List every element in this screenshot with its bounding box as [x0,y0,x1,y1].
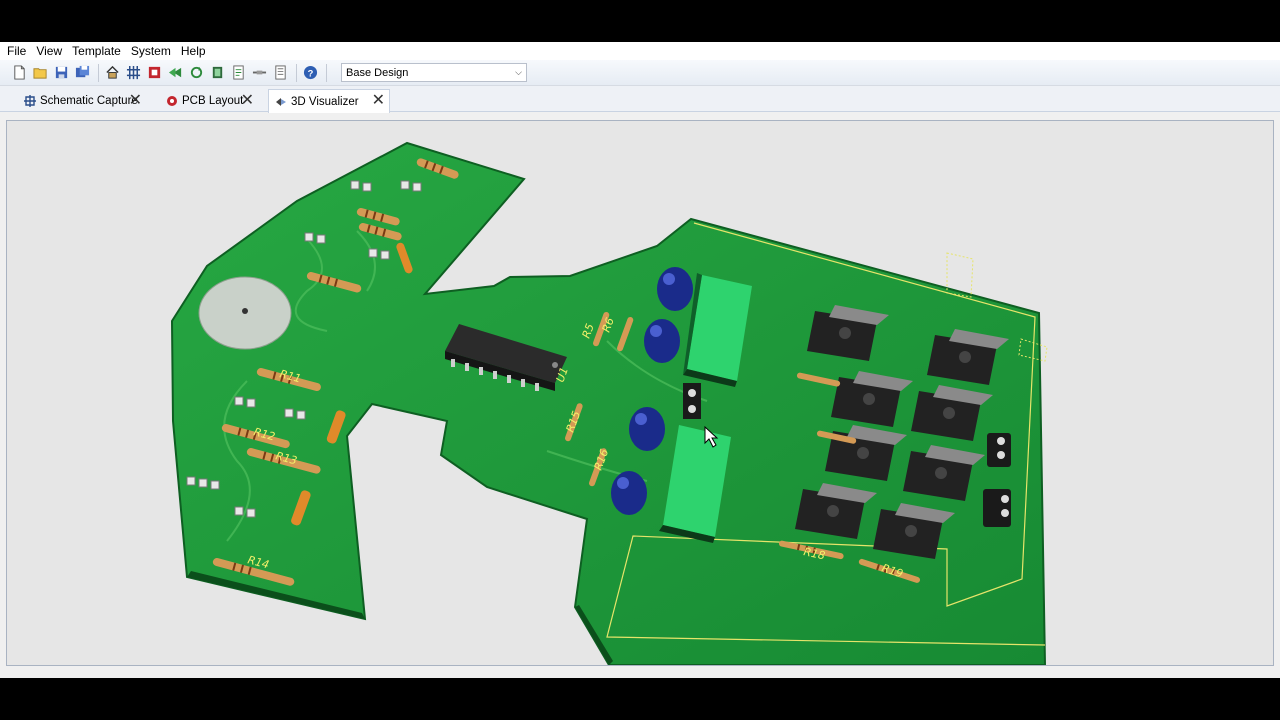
back-icon[interactable] [166,63,185,82]
document-tabs: Schematic Capture ✕ PCB Layout ✕ 3D Visu… [0,86,1280,113]
main-toolbar: ? Base Design ⌵ [0,60,1280,86]
design-variant-select[interactable]: Base Design ⌵ [341,63,527,82]
tab-schematic-capture[interactable]: Schematic Capture ✕ [18,90,146,112]
toolbar-separator [326,63,327,82]
stop-icon[interactable] [145,63,164,82]
close-icon[interactable]: ✕ [241,93,254,109]
close-icon[interactable]: ✕ [372,93,385,109]
tab-3d-visualizer[interactable]: 3D Visualizer ✕ [268,89,390,113]
menu-template[interactable]: Template [67,42,126,60]
wire-icon[interactable] [250,63,269,82]
menu-help[interactable]: Help [176,42,211,60]
help-icon[interactable]: ? [301,63,320,82]
toolbar-separator [98,63,99,82]
document-icon[interactable] [229,63,248,82]
open-folder-icon[interactable] [31,63,50,82]
status-bar [0,666,1280,678]
letterbox-bottom [0,678,1280,720]
tab-pcb-layout[interactable]: PCB Layout ✕ [160,90,258,112]
report-icon[interactable] [271,63,290,82]
save-icon[interactable] [52,63,71,82]
menu-view[interactable]: View [31,42,67,60]
pcb-icon [167,96,177,106]
schematic-icon [24,95,36,107]
new-file-icon[interactable] [10,63,29,82]
small-connector [683,383,701,419]
refresh-icon[interactable] [187,63,206,82]
toolbar-separator [296,63,297,82]
grid-icon[interactable] [124,63,143,82]
menu-bar: File View Template System Help [0,42,1280,60]
chevron-down-icon: ⌵ [515,67,522,77]
pcb-3d-render: R11 R12 R13 R14 R15 R16 R5 R6 U1 R18 R19 [170,141,1048,665]
design-variant-value: Base Design [346,66,409,79]
home-icon[interactable] [103,63,122,82]
proteus-app-window: File View Template System Help ? Base De… [0,42,1280,678]
3d-viewport[interactable]: R11 R12 R13 R14 R15 R16 R5 R6 U1 R18 R19 [6,120,1274,666]
save-all-icon[interactable] [73,63,92,82]
tab-label: Schematic Capture [40,95,138,107]
tab-label: 3D Visualizer [291,95,359,108]
svg-text:?: ? [308,68,314,78]
package-icon[interactable] [208,63,227,82]
3d-icon [276,97,286,106]
menu-file[interactable]: File [2,42,31,60]
menu-system[interactable]: System [126,42,176,60]
buzzer-center [242,308,248,314]
tab-label: PCB Layout [182,95,244,107]
letterbox-top [0,0,1280,42]
close-icon[interactable]: ✕ [129,93,142,109]
pcb-board [170,141,1047,665]
